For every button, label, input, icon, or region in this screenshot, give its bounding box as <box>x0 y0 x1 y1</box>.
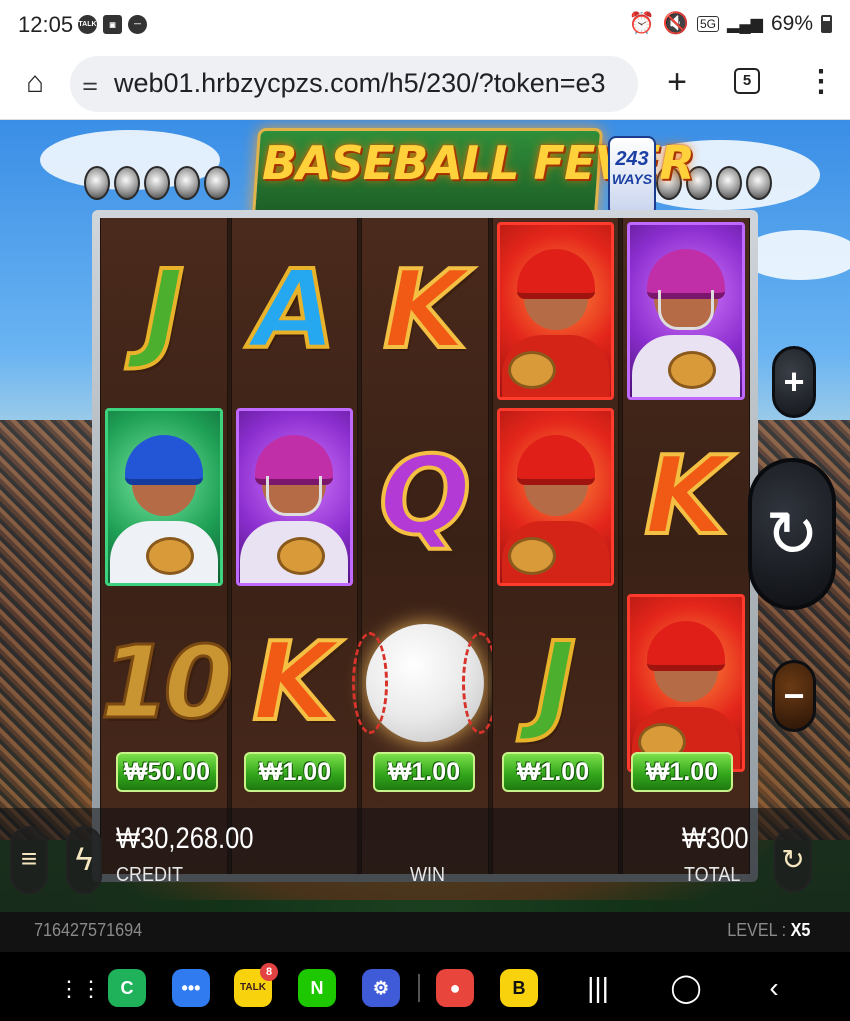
browser-menu-button[interactable]: ⋮ <box>806 62 836 102</box>
battery-percent: 69% <box>770 12 813 35</box>
line-bet-3: ₩1.00 <box>373 752 475 792</box>
signal-icon: ▂▄▆ <box>727 16 763 33</box>
baseball <box>352 624 498 742</box>
alarm-icon: ⏰ <box>628 12 655 35</box>
site-settings-icon[interactable]: ⚌ <box>82 74 98 95</box>
level-value: X5 <box>790 920 810 940</box>
symbol-text: 10 <box>99 624 235 741</box>
symbol-letter: K <box>366 222 484 400</box>
ways-number: 243 <box>615 148 649 170</box>
total-bet-value: ₩300 <box>682 822 749 855</box>
symbol-letter: Q <box>366 408 484 586</box>
decrease-bet-button[interactable]: − <box>772 660 816 732</box>
red-app-icon[interactable]: ● <box>436 969 474 1007</box>
browser-toolbar: ⌂ ⚌ web01.hrbzycpzs.com/h5/230/?token=e3… <box>0 50 850 120</box>
round-info-strip: 716427571694 LEVEL : X5 <box>0 912 850 952</box>
battery-icon <box>821 15 832 33</box>
kakao-b-app-icon[interactable]: B <box>500 969 538 1007</box>
phone-app-icon[interactable]: C <box>108 969 146 1007</box>
light <box>84 166 110 200</box>
status-right: ⏰ 🔇 5G ▂▄▆ 69% <box>629 12 832 36</box>
address-bar[interactable]: ⚌ web01.hrbzycpzs.com/h5/230/?token=e3 <box>70 56 638 112</box>
notification-badge: 8 <box>260 963 278 981</box>
red-batter-card <box>496 222 615 400</box>
level-label: LEVEL : <box>726 920 791 940</box>
settings-app-icon[interactable]: ⚙ <box>362 969 400 1007</box>
autoplay-button[interactable]: ↻ <box>774 828 812 892</box>
symbol-text: J <box>533 620 577 745</box>
symbol-letter: J <box>497 594 615 772</box>
naver-app-icon[interactable]: N <box>298 969 336 1007</box>
kakaotalk-app-icon[interactable]: TALK 8 <box>234 963 278 1007</box>
game-info-panel: ≡ ϟ ₩30,268.00 CREDIT WIN ₩300 TOTAL ↻ <box>0 808 850 912</box>
line-bet-1: ₩50.00 <box>116 752 218 792</box>
stadium-lights-left <box>84 166 230 200</box>
baseball-icon <box>352 594 498 772</box>
home-button[interactable]: ⌂ <box>18 66 52 100</box>
symbol-letter: K <box>627 408 745 586</box>
symbol-letter: 10 <box>99 594 235 772</box>
mute-icon: 🔇 <box>662 12 689 35</box>
total-label: TOTAL <box>684 864 741 886</box>
5g-icon: 5G <box>697 16 720 32</box>
line-bet-2: ₩1.00 <box>244 752 346 792</box>
ways-badge: 243 WAYS <box>608 136 656 216</box>
home-nav-button[interactable]: ◯ <box>666 968 706 1008</box>
symbol-letter: A <box>236 222 354 400</box>
symbol-text: K <box>381 248 469 373</box>
status-time: 12:05 <box>18 12 74 37</box>
messages-app-icon[interactable]: ••• <box>172 969 210 1007</box>
taskbar-divider <box>418 974 420 1002</box>
level-indicator: LEVEL : X5 <box>727 920 810 941</box>
recents-button[interactable]: ||| <box>578 968 618 1008</box>
symbol-letter: K <box>236 594 354 772</box>
app-drawer-icon[interactable]: ⋮⋮⋮ <box>58 976 124 1002</box>
ways-label: WAYS <box>611 171 653 187</box>
credit-label: CREDIT <box>116 864 184 886</box>
line-bet-5: ₩1.00 <box>631 752 733 792</box>
game-menu-button[interactable]: ≡ <box>10 826 48 894</box>
symbol-text: Q <box>377 434 473 559</box>
win-label: WIN <box>410 864 446 886</box>
symbol-text: J <box>142 248 186 373</box>
light <box>204 166 230 200</box>
increase-bet-button[interactable]: + <box>772 346 816 418</box>
light <box>144 166 170 200</box>
light <box>746 166 772 200</box>
turbo-button[interactable]: ϟ <box>66 826 102 894</box>
credit-value: ₩30,268.00 <box>116 822 254 855</box>
gallery-icon: ▣ <box>103 15 122 34</box>
game-logo: BASEBALL FEVER <box>262 136 695 190</box>
light <box>114 166 140 200</box>
url-text[interactable]: web01.hrbzycpzs.com/h5/230/?token=e3 <box>114 68 606 99</box>
red-batter-card <box>496 408 615 586</box>
status-bar: 12:05 TALK ▣ — ⏰ 🔇 5G ▂▄▆ 69% <box>0 0 850 50</box>
new-tab-button[interactable]: + <box>660 62 694 102</box>
symbol-text: K <box>642 434 730 559</box>
red-batter-card <box>627 594 745 772</box>
slot-game: BASEBALL FEVER 243 WAYS J 10 A K K Q J K ₩50.00… <box>0 120 850 952</box>
light <box>174 166 200 200</box>
talk-icon: TALK <box>78 15 97 34</box>
symbol-text: A <box>251 248 339 373</box>
dnd-icon: — <box>128 15 147 34</box>
symbol-text: K <box>251 620 339 745</box>
tab-switcher-button[interactable]: 5 <box>734 68 760 94</box>
symbol-letter: J <box>105 222 223 400</box>
green-player-card <box>105 408 223 586</box>
light <box>716 166 742 200</box>
notification-icons: TALK ▣ — <box>78 15 147 34</box>
line-bet-4: ₩1.00 <box>502 752 604 792</box>
android-nav-bar: ⋮⋮⋮ C ••• TALK 8 N ⚙ ● B ||| ◯ ‹ <box>0 952 850 1021</box>
round-id: 716427571694 <box>34 920 143 940</box>
purple-catcher-card <box>235 408 354 586</box>
purple-catcher-card <box>627 222 745 400</box>
spin-button[interactable]: ↻ <box>748 458 836 610</box>
back-button[interactable]: ‹ <box>754 968 794 1008</box>
